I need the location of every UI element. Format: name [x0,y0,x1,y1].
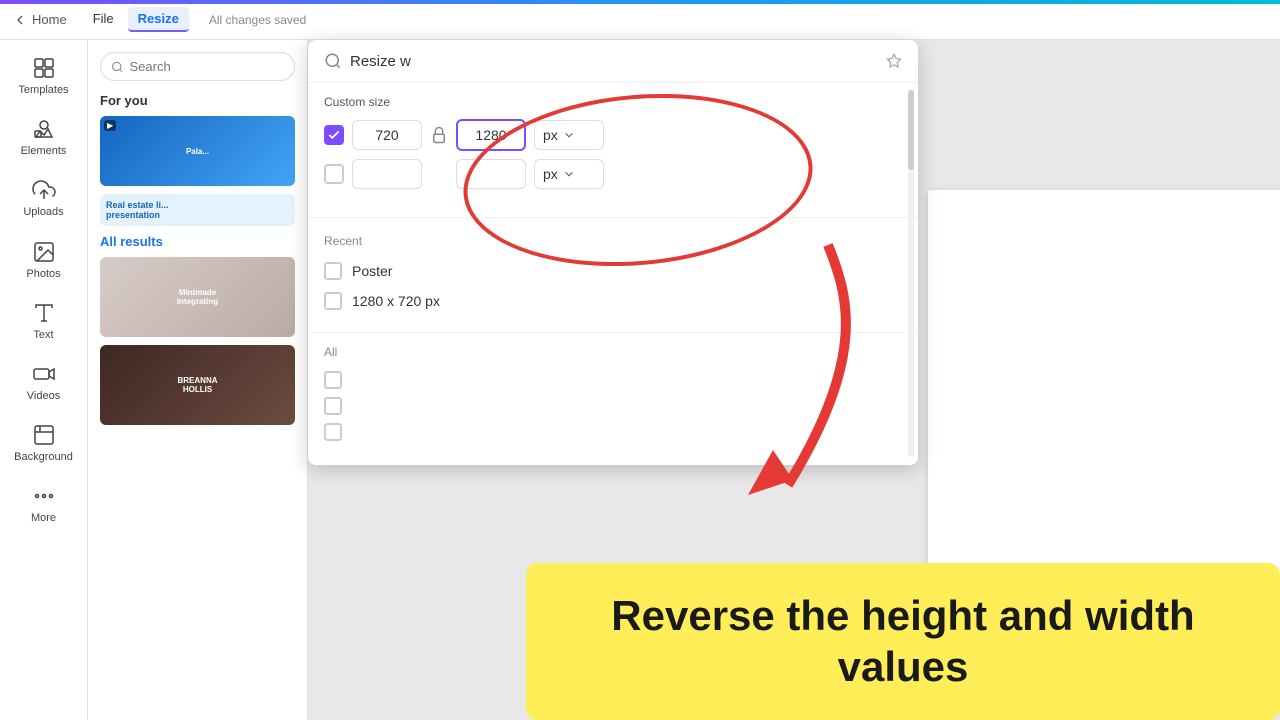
sidebar-item-templates-label: Templates [18,84,68,97]
resize-panel-header [308,40,918,83]
thumb-mintmade: MintmadeIntegrating [100,257,295,337]
recent-checkbox-poster[interactable] [324,262,342,280]
all-title: All [324,345,902,359]
panel-scrollbar[interactable] [908,90,914,457]
all-item-2[interactable] [324,393,902,419]
yellow-tooltip: Reverse the height and width values [526,563,1280,720]
custom-size-title: Custom size [324,95,902,109]
unit-selector-2[interactable]: px [534,159,604,189]
recent-item-1280[interactable]: 1280 x 720 px [324,286,902,316]
recent-item-poster[interactable]: Poster [324,256,902,286]
divider-1 [308,217,918,218]
height-input[interactable]: 1280 [456,119,526,151]
size-checkbox-2[interactable] [324,164,344,184]
search-bar[interactable] [100,52,295,81]
play-badge: ▶ [104,120,116,131]
nav-file[interactable]: File [83,7,124,32]
all-checkbox-1[interactable] [324,371,342,389]
panel-search-icon [324,52,342,70]
thumb-label-3: MintmadeIntegrating [173,284,222,310]
search-input[interactable] [130,59,285,74]
sidebar-item-uploads-label: Uploads [23,206,63,219]
unit-selector-1[interactable]: px [534,120,604,150]
unit-label-1: px [543,127,558,143]
sidebar-item-more[interactable]: More [4,476,84,533]
recent-section: Recent Poster 1280 x 720 px [308,226,918,324]
sidebar-item-background[interactable]: Background [4,415,84,472]
size-row-1: 720 1280 px [324,119,902,151]
sidebar-item-photos-label: Photos [26,268,60,281]
top-bar: Home File Resize All changes saved [0,0,1280,40]
thumb-label-1: Pala... [182,143,213,160]
resize-search-input[interactable] [350,53,878,70]
sidebar-item-templates[interactable]: Templates [4,48,84,105]
thumb-label-4: BREANNAHOLLIS [174,372,222,398]
all-results-label: All results [100,234,295,249]
yellow-tooltip-text: Reverse the height and width values [558,591,1248,692]
sidebar-item-photos[interactable]: Photos [4,232,84,289]
recent-checkbox-1280[interactable] [324,292,342,310]
sidebar-item-more-label: More [31,512,56,525]
thumb-real-estate: Real estate li...presentation [100,194,295,226]
chevron-down-icon-2 [562,167,576,181]
gradient-bar [0,0,1280,4]
width-input[interactable]: 720 [352,120,422,150]
search-icon [111,60,124,74]
scrollbar-thumb [908,90,914,170]
recent-item-poster-label: Poster [352,263,392,279]
resize-panel: Custom size 720 1280 [308,40,918,465]
star-icon [886,53,902,69]
divider-2 [308,332,918,333]
save-status: All changes saved [209,13,306,27]
check-icon [327,128,341,142]
sidebar: Templates Elements Uploads Ph [0,40,88,720]
top-nav: File Resize [83,7,189,32]
all-checkbox-3[interactable] [324,423,342,441]
unit-label-2: px [543,166,558,182]
sidebar-item-background-label: Background [14,451,73,464]
sidebar-item-uploads[interactable]: Uploads [4,170,84,227]
scrollbar-track [908,90,914,457]
sidebar-item-elements[interactable]: Elements [4,109,84,166]
canvas-area [928,190,1280,610]
recent-title: Recent [324,234,902,248]
main-layout: Templates Elements Uploads Ph [0,40,1280,720]
thumb-travel: ▶ Pala... [100,116,295,186]
sidebar-item-videos[interactable]: Videos [4,354,84,411]
sidebar-item-text[interactable]: Text [4,293,84,350]
template-card-4[interactable]: BREANNAHOLLIS [100,345,295,425]
all-item-3[interactable] [324,419,902,445]
size-row-2: px [324,159,902,189]
sidebar-item-videos-label: Videos [27,390,60,403]
lock-icon [430,126,448,144]
all-checkbox-2[interactable] [324,397,342,415]
thumb-breanna: BREANNAHOLLIS [100,345,295,425]
sidebar-item-elements-label: Elements [21,145,67,158]
height-input-2[interactable] [456,159,526,189]
size-checkbox-1[interactable] [324,125,344,145]
for-you-title: For you [100,93,295,108]
width-input-2[interactable] [352,159,422,189]
back-label: Home [32,12,67,27]
template-card-1[interactable]: ▶ Pala... [100,116,295,186]
all-item-1[interactable] [324,367,902,393]
recent-item-1280-label: 1280 x 720 px [352,293,440,309]
template-card-2[interactable]: Real estate li...presentation [100,194,295,226]
chevron-down-icon-1 [562,128,576,142]
back-button[interactable]: Home [12,12,67,28]
main-canvas: Custom size 720 1280 [308,40,1280,720]
all-section: All [308,341,918,449]
left-panel: For you ▶ Pala... Real estate li...prese… [88,40,308,720]
template-card-3[interactable]: MintmadeIntegrating [100,257,295,337]
sidebar-item-text-label: Text [33,329,53,342]
nav-resize[interactable]: Resize [128,7,189,32]
custom-size-section: Custom size 720 1280 [308,83,918,209]
